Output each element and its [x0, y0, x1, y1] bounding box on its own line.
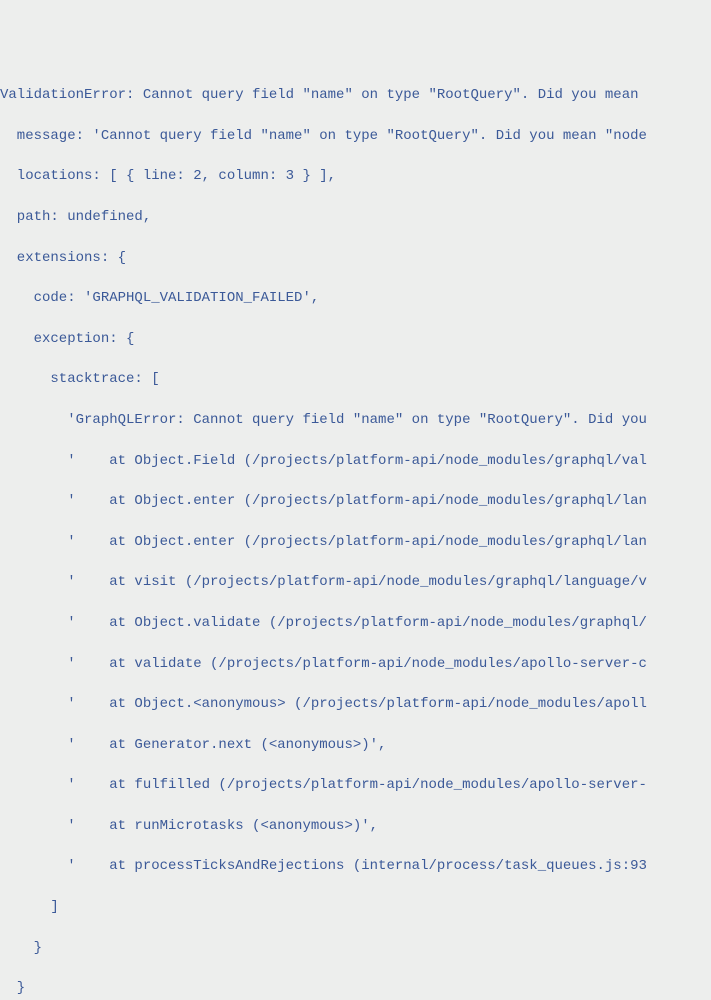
- stacktrace-line: ' at fulfilled (/projects/platform-api/n…: [0, 775, 711, 795]
- error-path: path: undefined,: [0, 207, 711, 227]
- stacktrace-line: ' at Object.enter (/projects/platform-ap…: [0, 532, 711, 552]
- error-message-line: message: 'Cannot query field "name" on t…: [0, 126, 711, 146]
- extensions-open: extensions: {: [0, 248, 711, 268]
- stacktrace-line: ' at processTicksAndRejections (internal…: [0, 856, 711, 876]
- code-line: code: 'GRAPHQL_VALIDATION_FAILED',: [0, 288, 711, 308]
- stacktrace-line: ' at Object.enter (/projects/platform-ap…: [0, 491, 711, 511]
- stacktrace-line: ' at validate (/projects/platform-api/no…: [0, 654, 711, 674]
- stacktrace-line: ' at runMicrotasks (<anonymous>)',: [0, 816, 711, 836]
- message-value: 'Cannot query field "name" on type "Root…: [92, 128, 647, 144]
- stacktrace-line: ' at visit (/projects/platform-api/node_…: [0, 572, 711, 592]
- message-label: message:: [0, 128, 92, 144]
- exception-close: }: [0, 938, 711, 958]
- extensions-close: }: [0, 978, 711, 998]
- stacktrace-line: ' at Generator.next (<anonymous>)',: [0, 735, 711, 755]
- stacktrace-line: ' at Object.validate (/projects/platform…: [0, 613, 711, 633]
- stacktrace-close: ]: [0, 897, 711, 917]
- stacktrace-line: ' at Object.<anonymous> (/projects/platf…: [0, 694, 711, 714]
- error-header: ValidationError: Cannot query field "nam…: [0, 85, 711, 105]
- error-locations: locations: [ { line: 2, column: 3 } ],: [0, 166, 711, 186]
- stacktrace-line: 'GraphQLError: Cannot query field "name"…: [0, 410, 711, 430]
- stacktrace-line: ' at Object.Field (/projects/platform-ap…: [0, 451, 711, 471]
- exception-open: exception: {: [0, 329, 711, 349]
- stacktrace-open: stacktrace: [: [0, 369, 711, 389]
